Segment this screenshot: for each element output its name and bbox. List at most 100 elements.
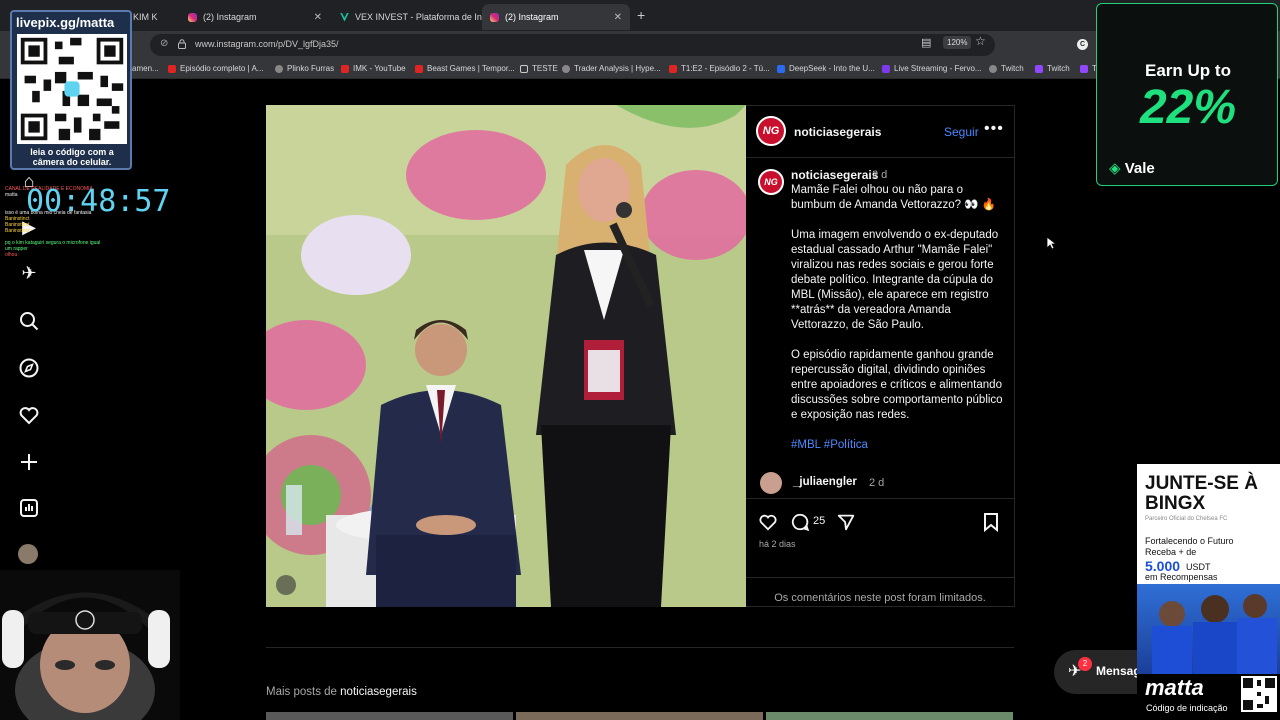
webcam-feed-illustration [0,570,180,720]
author-username[interactable]: noticiasegerais [794,125,881,139]
promo-brand-label: Vale [1124,160,1155,177]
caption-time: 2 d [872,169,888,181]
new-tab-icon[interactable]: + [637,7,645,23]
share-icon[interactable] [836,512,856,532]
close-tab-icon[interactable]: ✕ [314,12,322,23]
bookmark-item[interactable]: Twitch [989,64,1024,73]
bookmark-item[interactable]: Plinko Furras [275,64,334,73]
bingx-line-1: Fortalecendo o Futuro [1145,536,1234,546]
notifications-heart-icon[interactable] [18,404,40,426]
screen: DE KIM K (2) Instagram ✕ VEX INVEST - Pl… [0,0,1280,720]
post-header: NG noticiasegerais Seguir ••• [746,106,1014,158]
comment-icon[interactable] [790,512,810,532]
create-plus-icon[interactable] [18,451,40,473]
like-heart-icon[interactable] [758,512,778,532]
caption-author-avatar[interactable]: NG [758,169,784,195]
caption-title: Mamãe Falei olhou ou não para o bumbum d… [791,184,997,211]
messages-badge: 2 [1078,657,1092,671]
qr-code-icon [17,34,127,144]
post-image[interactable] [266,105,746,607]
more-options-icon[interactable]: ••• [984,120,1004,138]
more-posts-heading: Mais posts de noticiasegerais [266,686,417,698]
globe-icon [989,64,997,73]
commenter-avatar[interactable] [760,472,782,494]
bookmarks-bar: amen... Episódio completo | A... Plinko … [0,59,1280,79]
bingx-headline: JUNTE-SE À BINGX [1145,473,1258,514]
bookmark-item[interactable]: Twitch [1035,64,1070,73]
matta-logo-text: matta [1145,675,1204,700]
explore-icon[interactable] [18,357,40,379]
bookmark-item[interactable]: DeepSeek - Into the U... [777,64,875,73]
promo-percentage: 22% [1139,81,1237,134]
matta-referral-badge[interactable]: matta Código de indicação [1137,674,1280,720]
globe-icon [275,64,283,73]
dashboard-icon[interactable] [18,497,40,519]
bingx-players-image [1137,584,1280,674]
post-caption: Mamãe Falei olhou ou não para o bumbum d… [791,183,1006,468]
post-thumbnail[interactable] [266,712,513,720]
globe-icon [562,64,570,73]
bookmark-item[interactable]: Trader Analysis | Hype... [562,64,661,73]
posted-time: há 2 dias [759,539,796,549]
close-tab-icon[interactable]: ✕ [614,12,622,23]
zoom-level[interactable]: 120% [943,36,972,49]
promo-earn-text: Earn Up to [1145,61,1231,80]
omnibox[interactable]: ⊘ www.instagram.com/p/DV_lgfDja35/ [150,34,995,56]
lock-icon[interactable] [178,39,186,49]
vale-logo-icon: ◈ [1109,160,1121,177]
bingx-promo-banner[interactable]: JUNTE-SE À BINGX Parceiro Oficial do Che… [1137,464,1280,674]
bookmark-item[interactable]: Episódio completo | A... [168,64,263,73]
extension-icon[interactable]: C [1077,39,1088,50]
bookmark-folder[interactable]: TESTE [520,64,558,73]
url-text[interactable]: www.instagram.com/p/DV_lgfDja35/ [195,39,339,49]
tab-instagram-1[interactable]: (2) Instagram ✕ [180,4,330,30]
messages-label: Mensag [1096,664,1141,678]
vale-promo-banner[interactable]: Earn Up to 22% ◈ Vale [1096,3,1278,186]
promo-brand: ◈ Vale [1109,159,1155,177]
more-posts-grid [266,712,1014,720]
post-photo-illustration [266,105,746,607]
bookmark-item[interactable]: IMK - YouTube [341,64,406,73]
section-divider [266,647,1014,648]
comment-count: 25 [813,515,826,527]
author-avatar[interactable]: NG [756,116,786,146]
tab-label: (2) Instagram [203,12,257,22]
caption-hashtags[interactable]: #MBL #Política [791,438,1006,453]
profile-avatar[interactable] [18,544,38,564]
matta-referral-caption: Código de indicação [1146,703,1228,713]
reader-mode-icon[interactable]: ▤ [921,36,931,49]
follow-button[interactable]: Seguir [944,125,979,139]
bookmark-star-icon[interactable]: ☆ [975,34,986,48]
folder-icon [520,64,528,73]
bookmark-item[interactable]: amen... [132,64,159,73]
referral-qr-icon [1241,676,1277,712]
caption-paragraph-1: Uma imagem envolvendo o ex-deputado esta… [791,229,999,331]
tab-label: VEX INVEST - Plataforma de Inv [355,12,482,22]
comment-time: 2 d [869,477,885,489]
tab-label: (2) Instagram [505,12,559,22]
instagram-page: ⌂ ▶ ✈ NG noticiasegerais Seguir ••• NG n… [0,80,1280,720]
post-thumbnail[interactable] [766,712,1013,720]
vex-icon [340,12,349,22]
tab-instagram-active[interactable]: (2) Instagram ✕ [482,4,630,30]
save-bookmark-icon[interactable] [982,512,1000,532]
twitch-icon [1035,64,1043,73]
mouse-cursor-icon [1046,236,1056,250]
tab-vex-invest[interactable]: VEX INVEST - Plataforma de Inv [332,4,482,30]
tracking-off-icon[interactable]: ⊘ [160,38,168,49]
caption-author-username[interactable]: noticiasegerais [791,168,878,182]
post-actions: 25 há 2 dias Os comentários neste post f… [746,498,1014,608]
prime-icon [882,64,890,73]
post-thumbnail[interactable] [516,712,763,720]
commenter-username[interactable]: _juliaengler [793,476,857,488]
livepix-qr-caption: leia o código com a câmera do celular. [30,147,114,167]
more-posts-prefix: Mais posts de [266,686,337,698]
bookmark-item[interactable]: Beast Games | Tempor... [415,64,515,73]
more-posts-author-link[interactable]: noticiasegerais [340,686,417,698]
youtube-icon [168,64,176,73]
post-details-panel: NG noticiasegerais Seguir ••• NG noticia… [746,105,1015,607]
tab-bar: DE KIM K (2) Instagram ✕ VEX INVEST - Pl… [0,0,1280,31]
comment-item: _juliaengler 2 d [760,472,1000,496]
bookmark-item[interactable]: T1:E2 - Episódio 2 - Tú... [669,64,770,73]
bookmark-item[interactable]: Live Streaming - Fervo... [882,64,982,73]
